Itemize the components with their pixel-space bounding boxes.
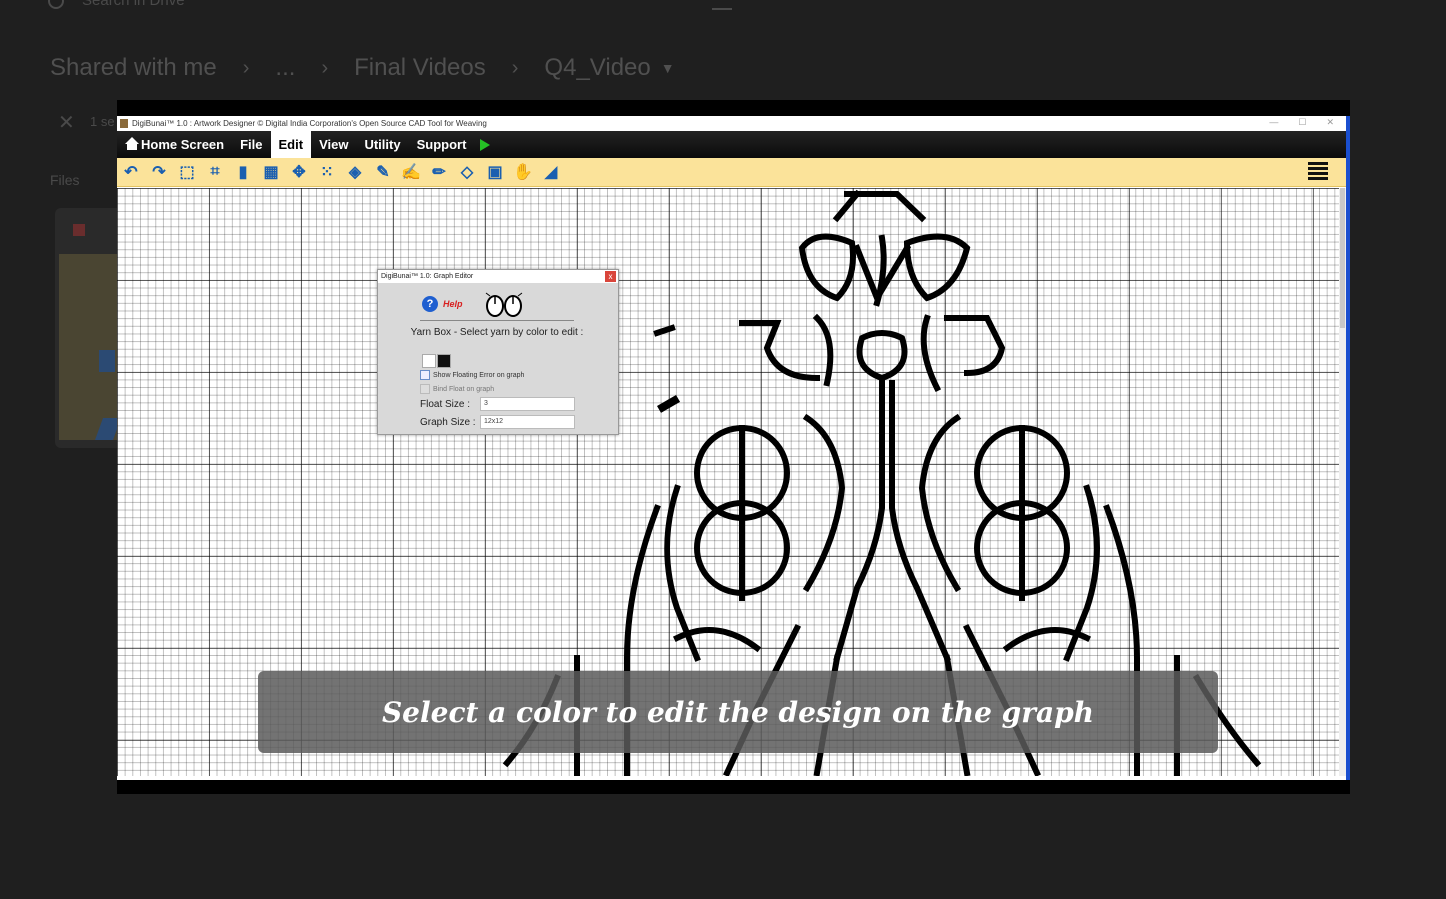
window-edge — [1346, 116, 1350, 780]
yarn-box-label: Yarn Box - Select yarn by color to edit … — [410, 327, 584, 338]
thumbnail-shape — [99, 350, 115, 372]
redo-icon[interactable]: ↷ — [149, 162, 169, 182]
graph-size-row: Graph Size : 12x12 — [420, 415, 575, 429]
minimize-icon[interactable]: — — [1269, 117, 1278, 128]
filter-icon — [712, 0, 732, 10]
menu-file[interactable]: File — [232, 131, 270, 158]
chevron-right-icon: › — [321, 56, 329, 79]
grid-icon[interactable]: ⁙ — [317, 162, 337, 182]
search-icon — [48, 0, 64, 9]
selection-count: 1 se — [90, 114, 115, 129]
home-icon — [125, 137, 139, 150]
copy-icon[interactable]: ▮ — [233, 162, 253, 182]
select-icon[interactable]: ⬚ — [177, 162, 197, 182]
move-icon[interactable]: ✥ — [289, 162, 309, 182]
scrollbar-thumb[interactable] — [1340, 188, 1345, 328]
paint-icon[interactable]: ◢ — [541, 162, 561, 182]
edit-icon[interactable]: ✍ — [401, 162, 421, 182]
graph-editor-dialog: DigiBunai™ 1.0: Graph Editor x ? Help Ya… — [377, 269, 619, 435]
yarn-color-black[interactable] — [437, 354, 451, 368]
bind-float-checkbox[interactable]: Bind Float on graph — [420, 384, 494, 394]
yarn-color-white[interactable] — [422, 354, 436, 368]
breadcrumb-final-videos: Final Videos — [354, 54, 486, 81]
chevron-right-icon: › — [511, 56, 519, 79]
pattern-icon[interactable]: ▦ — [261, 162, 281, 182]
drive-search: Search in Drive — [48, 0, 185, 9]
play-icon[interactable] — [480, 138, 491, 151]
window-titlebar: DigiBunai™ 1.0 : Artwork Designer © Digi… — [117, 116, 1346, 131]
menu-support[interactable]: Support — [409, 131, 475, 158]
vertical-scrollbar[interactable] — [1339, 188, 1346, 776]
mouse-icon — [485, 292, 523, 317]
graph-size-input[interactable]: 12x12 — [480, 415, 575, 429]
menu-edit[interactable]: Edit — [270, 131, 312, 158]
maximize-icon[interactable]: ☐ — [1298, 117, 1306, 128]
file-type-icon — [73, 224, 85, 236]
menu-view[interactable]: View — [311, 131, 356, 158]
app-icon — [120, 119, 128, 128]
breadcrumb-more: ... — [275, 54, 296, 81]
float-size-input[interactable]: 3 — [480, 397, 575, 411]
float-size-label: Float Size : — [420, 398, 471, 410]
window-controls: — ☐ ✕ — [1269, 117, 1334, 128]
menu-home-label: Home Screen — [141, 137, 225, 152]
caption-text: Select a color to edit the design on the… — [381, 695, 1095, 729]
breadcrumb: Shared with me › ... › Final Videos › Q4… — [50, 54, 675, 82]
chevron-right-icon: › — [242, 56, 250, 79]
crop-icon[interactable]: ⌗ — [205, 162, 225, 182]
graph-size-label: Graph Size : — [420, 416, 476, 428]
undo-icon[interactable]: ↶ — [121, 162, 141, 182]
brush-icon[interactable]: ✎ — [373, 162, 393, 182]
show-floating-checkbox[interactable]: Show Floating Error on graph — [420, 370, 524, 380]
dialog-close-button[interactable]: x — [605, 271, 616, 282]
paste-icon[interactable]: ▣ — [485, 162, 505, 182]
float-size-row: Float Size : 3 — [420, 397, 575, 411]
show-floating-label: Show Floating Error on graph — [433, 371, 525, 379]
fill-icon[interactable]: ◈ — [345, 162, 365, 182]
files-heading: Files — [50, 172, 80, 188]
help-label: Help — [443, 299, 463, 309]
checkbox-box[interactable] — [420, 384, 430, 394]
dialog-title: DigiBunai™ 1.0: Graph Editor — [378, 270, 618, 283]
file-thumbnail — [59, 254, 125, 440]
help-icon: ? — [422, 296, 438, 312]
video-caption: Select a color to edit the design on the… — [258, 671, 1218, 753]
menubar: Home Screen File Edit View Utility Suppo… — [117, 131, 1346, 158]
divider — [420, 320, 574, 321]
caret-down-icon: ▼ — [660, 60, 675, 76]
close-icon[interactable]: ✕ — [1326, 117, 1334, 128]
eraser-icon[interactable]: ◇ — [457, 162, 477, 182]
bind-float-label: Bind Float on graph — [433, 385, 495, 393]
checkbox-box[interactable] — [420, 370, 430, 380]
pencil-icon[interactable]: ✏ — [429, 162, 449, 182]
menu-home-screen[interactable]: Home Screen — [117, 131, 232, 158]
breadcrumb-q4-video: Q4_Video — [544, 54, 651, 81]
file-card — [55, 208, 125, 448]
close-icon: ✕ — [58, 112, 75, 134]
hand-icon[interactable]: ✋ — [513, 162, 533, 182]
help-button[interactable]: ? Help — [422, 296, 463, 312]
window-title: DigiBunai™ 1.0 : Artwork Designer © Digi… — [132, 119, 487, 128]
menu-utility[interactable]: Utility — [356, 131, 408, 158]
breadcrumb-shared: Shared with me — [50, 54, 217, 81]
toolbar: ↶ ↷ ⬚ ⌗ ▮ ▦ ✥ ⁙ ◈ ✎ ✍ ✏ ◇ ▣ ✋ ◢ — [117, 158, 1346, 187]
search-placeholder: Search in Drive — [82, 0, 185, 9]
list-menu-icon[interactable] — [1308, 162, 1328, 180]
